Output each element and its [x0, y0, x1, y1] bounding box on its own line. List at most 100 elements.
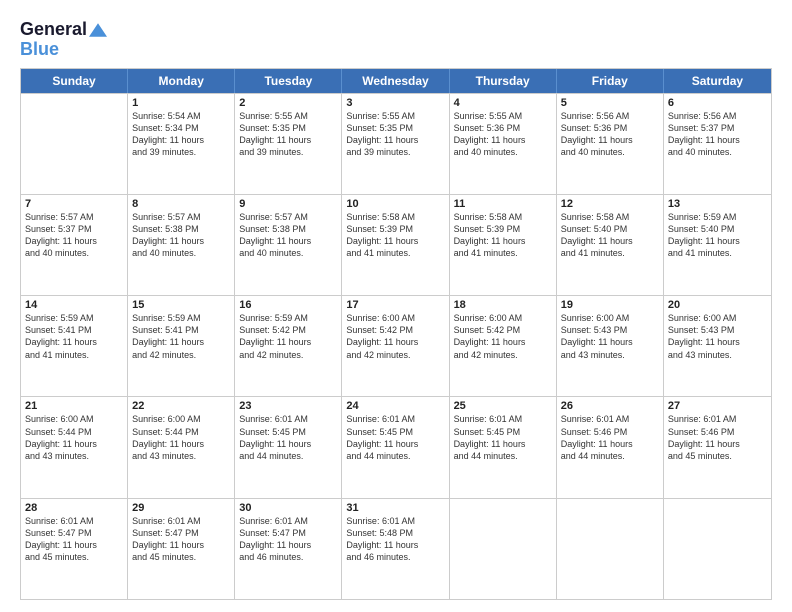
- day-number: 3: [346, 97, 444, 109]
- day-info: Sunrise: 6:01 AM Sunset: 5:46 PM Dayligh…: [561, 413, 659, 462]
- logo-text-blue: Blue: [20, 40, 107, 60]
- day-number: 18: [454, 299, 552, 311]
- header-day-sunday: Sunday: [21, 69, 128, 93]
- day-number: 24: [346, 400, 444, 412]
- day-number: 5: [561, 97, 659, 109]
- day-info: Sunrise: 6:01 AM Sunset: 5:47 PM Dayligh…: [25, 515, 123, 564]
- calendar-cell-15: 15Sunrise: 5:59 AM Sunset: 5:41 PM Dayli…: [128, 296, 235, 396]
- logo: General Blue: [20, 20, 107, 60]
- calendar-cell-8: 8Sunrise: 5:57 AM Sunset: 5:38 PM Daylig…: [128, 195, 235, 295]
- day-info: Sunrise: 5:59 AM Sunset: 5:42 PM Dayligh…: [239, 312, 337, 361]
- day-number: 4: [454, 97, 552, 109]
- day-info: Sunrise: 5:54 AM Sunset: 5:34 PM Dayligh…: [132, 110, 230, 159]
- day-info: Sunrise: 6:00 AM Sunset: 5:44 PM Dayligh…: [132, 413, 230, 462]
- day-number: 15: [132, 299, 230, 311]
- calendar-cell-7: 7Sunrise: 5:57 AM Sunset: 5:37 PM Daylig…: [21, 195, 128, 295]
- calendar-cell-13: 13Sunrise: 5:59 AM Sunset: 5:40 PM Dayli…: [664, 195, 771, 295]
- calendar-row-3: 14Sunrise: 5:59 AM Sunset: 5:41 PM Dayli…: [21, 295, 771, 396]
- calendar-cell-20: 20Sunrise: 6:00 AM Sunset: 5:43 PM Dayli…: [664, 296, 771, 396]
- day-number: 6: [668, 97, 767, 109]
- day-info: Sunrise: 5:56 AM Sunset: 5:36 PM Dayligh…: [561, 110, 659, 159]
- day-number: 19: [561, 299, 659, 311]
- calendar-cell-23: 23Sunrise: 6:01 AM Sunset: 5:45 PM Dayli…: [235, 397, 342, 497]
- day-info: Sunrise: 6:01 AM Sunset: 5:46 PM Dayligh…: [668, 413, 767, 462]
- day-info: Sunrise: 6:01 AM Sunset: 5:47 PM Dayligh…: [239, 515, 337, 564]
- day-number: 7: [25, 198, 123, 210]
- calendar-cell-16: 16Sunrise: 5:59 AM Sunset: 5:42 PM Dayli…: [235, 296, 342, 396]
- day-info: Sunrise: 5:57 AM Sunset: 5:38 PM Dayligh…: [132, 211, 230, 260]
- calendar-row-2: 7Sunrise: 5:57 AM Sunset: 5:37 PM Daylig…: [21, 194, 771, 295]
- calendar-cell-26: 26Sunrise: 6:01 AM Sunset: 5:46 PM Dayli…: [557, 397, 664, 497]
- day-number: 13: [668, 198, 767, 210]
- day-info: Sunrise: 5:58 AM Sunset: 5:39 PM Dayligh…: [454, 211, 552, 260]
- header-day-monday: Monday: [128, 69, 235, 93]
- calendar-cell-14: 14Sunrise: 5:59 AM Sunset: 5:41 PM Dayli…: [21, 296, 128, 396]
- header: General Blue: [20, 16, 772, 60]
- calendar-cell-10: 10Sunrise: 5:58 AM Sunset: 5:39 PM Dayli…: [342, 195, 449, 295]
- calendar-cell-3: 3Sunrise: 5:55 AM Sunset: 5:35 PM Daylig…: [342, 94, 449, 194]
- day-number: 10: [346, 198, 444, 210]
- day-info: Sunrise: 5:59 AM Sunset: 5:40 PM Dayligh…: [668, 211, 767, 260]
- calendar-cell-31: 31Sunrise: 6:01 AM Sunset: 5:48 PM Dayli…: [342, 499, 449, 599]
- calendar-cell-1: 1Sunrise: 5:54 AM Sunset: 5:34 PM Daylig…: [128, 94, 235, 194]
- day-number: 21: [25, 400, 123, 412]
- day-number: 11: [454, 198, 552, 210]
- day-number: 20: [668, 299, 767, 311]
- logo-text-general: General: [20, 20, 87, 40]
- day-info: Sunrise: 5:57 AM Sunset: 5:37 PM Dayligh…: [25, 211, 123, 260]
- day-info: Sunrise: 5:55 AM Sunset: 5:36 PM Dayligh…: [454, 110, 552, 159]
- header-day-saturday: Saturday: [664, 69, 771, 93]
- day-number: 27: [668, 400, 767, 412]
- header-day-tuesday: Tuesday: [235, 69, 342, 93]
- day-number: 14: [25, 299, 123, 311]
- day-info: Sunrise: 5:55 AM Sunset: 5:35 PM Dayligh…: [239, 110, 337, 159]
- day-number: 16: [239, 299, 337, 311]
- day-number: 12: [561, 198, 659, 210]
- calendar-cell-29: 29Sunrise: 6:01 AM Sunset: 5:47 PM Dayli…: [128, 499, 235, 599]
- calendar-cell-empty-4-6: [664, 499, 771, 599]
- calendar-row-5: 28Sunrise: 6:01 AM Sunset: 5:47 PM Dayli…: [21, 498, 771, 599]
- logo-icon: [89, 21, 107, 39]
- calendar-cell-24: 24Sunrise: 6:01 AM Sunset: 5:45 PM Dayli…: [342, 397, 449, 497]
- calendar-cell-2: 2Sunrise: 5:55 AM Sunset: 5:35 PM Daylig…: [235, 94, 342, 194]
- calendar-cell-19: 19Sunrise: 6:00 AM Sunset: 5:43 PM Dayli…: [557, 296, 664, 396]
- calendar-cell-18: 18Sunrise: 6:00 AM Sunset: 5:42 PM Dayli…: [450, 296, 557, 396]
- calendar-cell-empty-4-4: [450, 499, 557, 599]
- day-info: Sunrise: 5:56 AM Sunset: 5:37 PM Dayligh…: [668, 110, 767, 159]
- day-number: 9: [239, 198, 337, 210]
- calendar-cell-12: 12Sunrise: 5:58 AM Sunset: 5:40 PM Dayli…: [557, 195, 664, 295]
- calendar-row-4: 21Sunrise: 6:00 AM Sunset: 5:44 PM Dayli…: [21, 396, 771, 497]
- header-day-friday: Friday: [557, 69, 664, 93]
- header-day-wednesday: Wednesday: [342, 69, 449, 93]
- day-number: 28: [25, 502, 123, 514]
- day-info: Sunrise: 6:01 AM Sunset: 5:45 PM Dayligh…: [454, 413, 552, 462]
- calendar-body: 1Sunrise: 5:54 AM Sunset: 5:34 PM Daylig…: [21, 93, 771, 599]
- day-info: Sunrise: 6:01 AM Sunset: 5:45 PM Dayligh…: [346, 413, 444, 462]
- calendar-cell-30: 30Sunrise: 6:01 AM Sunset: 5:47 PM Dayli…: [235, 499, 342, 599]
- day-number: 1: [132, 97, 230, 109]
- calendar-cell-25: 25Sunrise: 6:01 AM Sunset: 5:45 PM Dayli…: [450, 397, 557, 497]
- calendar-cell-28: 28Sunrise: 6:01 AM Sunset: 5:47 PM Dayli…: [21, 499, 128, 599]
- day-number: 8: [132, 198, 230, 210]
- calendar-header-row: SundayMondayTuesdayWednesdayThursdayFrid…: [21, 69, 771, 93]
- calendar-cell-6: 6Sunrise: 5:56 AM Sunset: 5:37 PM Daylig…: [664, 94, 771, 194]
- calendar-cell-9: 9Sunrise: 5:57 AM Sunset: 5:38 PM Daylig…: [235, 195, 342, 295]
- calendar-cell-17: 17Sunrise: 6:00 AM Sunset: 5:42 PM Dayli…: [342, 296, 449, 396]
- day-info: Sunrise: 6:01 AM Sunset: 5:48 PM Dayligh…: [346, 515, 444, 564]
- calendar-cell-11: 11Sunrise: 5:58 AM Sunset: 5:39 PM Dayli…: [450, 195, 557, 295]
- day-number: 29: [132, 502, 230, 514]
- calendar-row-1: 1Sunrise: 5:54 AM Sunset: 5:34 PM Daylig…: [21, 93, 771, 194]
- day-number: 22: [132, 400, 230, 412]
- calendar-cell-5: 5Sunrise: 5:56 AM Sunset: 5:36 PM Daylig…: [557, 94, 664, 194]
- day-info: Sunrise: 6:00 AM Sunset: 5:44 PM Dayligh…: [25, 413, 123, 462]
- day-number: 26: [561, 400, 659, 412]
- day-info: Sunrise: 6:00 AM Sunset: 5:42 PM Dayligh…: [346, 312, 444, 361]
- page: General Blue SundayMondayTuesdayWednesda…: [0, 0, 792, 612]
- calendar-cell-4: 4Sunrise: 5:55 AM Sunset: 5:36 PM Daylig…: [450, 94, 557, 194]
- day-number: 17: [346, 299, 444, 311]
- day-info: Sunrise: 6:00 AM Sunset: 5:43 PM Dayligh…: [561, 312, 659, 361]
- day-number: 25: [454, 400, 552, 412]
- day-info: Sunrise: 5:57 AM Sunset: 5:38 PM Dayligh…: [239, 211, 337, 260]
- day-number: 30: [239, 502, 337, 514]
- day-number: 2: [239, 97, 337, 109]
